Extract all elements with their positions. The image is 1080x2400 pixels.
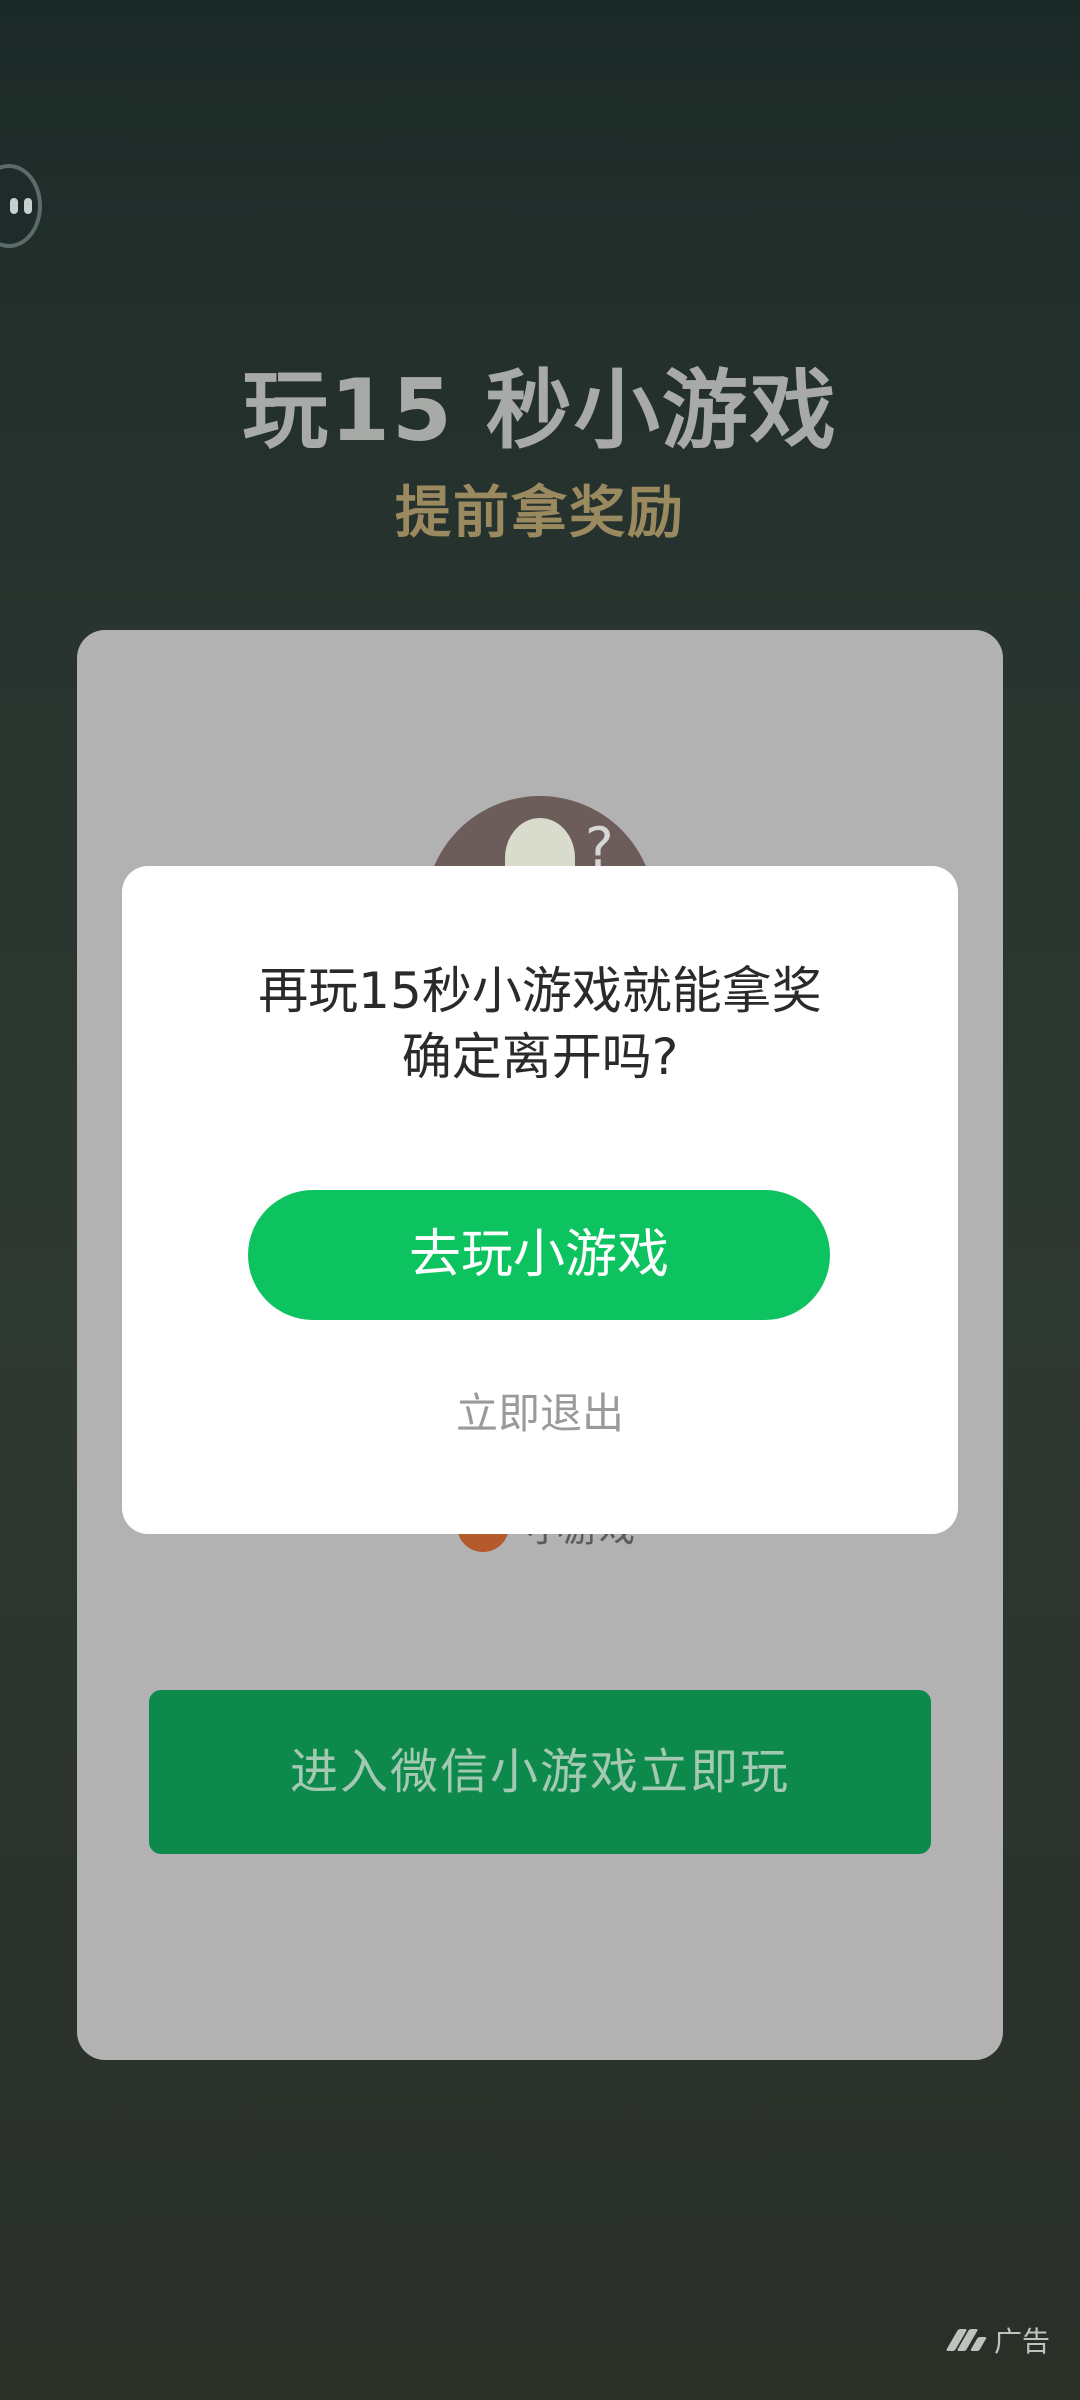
assistant-eye-right <box>24 198 32 214</box>
ad-brand-icon <box>945 2329 988 2351</box>
page: 玩15 秒小游戏 提前拿奖励 ? 小游戏 进入微信小游戏立即玩 再玩15秒小游戏… <box>0 0 1080 2400</box>
enter-wechat-game-button[interactable]: 进入微信小游戏立即玩 <box>149 1690 931 1854</box>
page-subtitle: 提前拿奖励 <box>395 481 685 546</box>
page-title: 玩15 秒小游戏 <box>242 361 838 461</box>
assistant-face-icon[interactable] <box>0 164 42 248</box>
ad-text: 广告 <box>993 2325 1050 2358</box>
ad-label: 广告 <box>945 2320 1050 2360</box>
assistant-eye-left <box>10 198 18 214</box>
dialog-message-line-1: 再玩15秒小游戏就能拿奖 <box>258 962 822 1020</box>
dialog-message-line-2: 确定离开吗? <box>401 1028 679 1086</box>
play-game-button[interactable]: 去玩小游戏 <box>248 1190 830 1320</box>
dialog-message: 再玩15秒小游戏就能拿奖 确定离开吗? <box>122 958 958 1090</box>
exit-confirm-dialog: 再玩15秒小游戏就能拿奖 确定离开吗? 去玩小游戏 立即退出 <box>122 866 958 1534</box>
exit-now-link[interactable]: 立即退出 <box>122 1380 958 1441</box>
